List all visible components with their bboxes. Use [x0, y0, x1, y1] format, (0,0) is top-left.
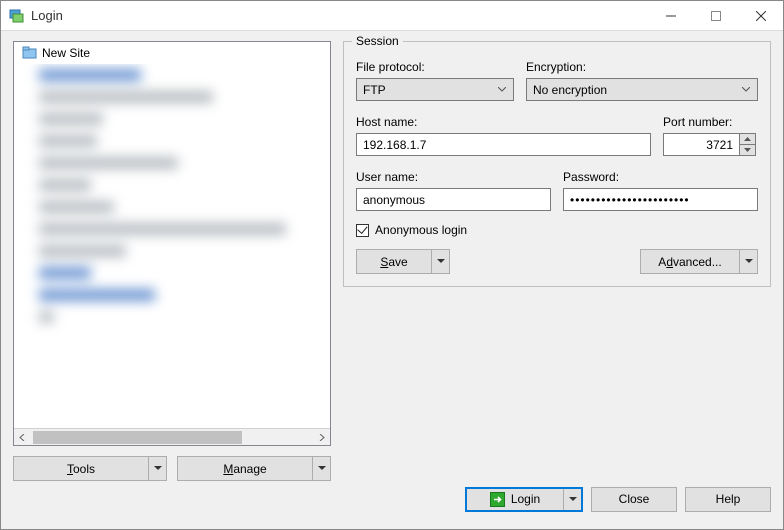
file-protocol-select[interactable]: FTP: [356, 78, 514, 101]
tree-item-label: New Site: [42, 46, 90, 60]
help-button-label: Help: [716, 492, 741, 506]
port-number-value: 3721: [706, 138, 733, 152]
encryption-value: No encryption: [533, 83, 607, 97]
save-button-dropdown[interactable]: [431, 250, 449, 273]
advanced-button[interactable]: Advanced...: [640, 249, 758, 274]
session-group: Session File protocol: FTP Encryption: N…: [343, 41, 771, 287]
chevron-down-icon: [154, 466, 162, 471]
close-dialog-button[interactable]: Close: [591, 487, 677, 512]
scroll-track[interactable]: [31, 429, 313, 446]
chevron-down-icon: [737, 79, 755, 100]
scroll-right-arrow-icon[interactable]: [313, 429, 330, 446]
login-button[interactable]: Login: [465, 487, 583, 512]
checkbox-box: [356, 224, 369, 237]
login-dialog-window: Login New Site: [0, 0, 784, 530]
scroll-left-arrow-icon[interactable]: [14, 429, 31, 446]
advanced-button-dropdown[interactable]: [739, 250, 757, 273]
anonymous-login-label: Anonymous login: [375, 223, 467, 237]
redacted-site-list: [15, 64, 329, 334]
tools-button-dropdown[interactable]: [148, 457, 166, 480]
help-button[interactable]: Help: [685, 487, 771, 512]
anonymous-login-checkbox[interactable]: Anonymous login: [356, 223, 758, 237]
password-masked-value: •••••••••••••••••••••••: [570, 193, 690, 207]
chevron-down-icon: [318, 466, 326, 471]
manage-button-dropdown[interactable]: [312, 457, 330, 480]
save-button[interactable]: Save: [356, 249, 450, 274]
minimize-button[interactable]: [648, 1, 693, 31]
chevron-down-icon: [745, 259, 753, 264]
close-button-label: Close: [619, 492, 650, 506]
app-icon: [9, 8, 25, 24]
tree-item-new-site[interactable]: New Site: [14, 42, 330, 64]
port-number-input[interactable]: 3721: [663, 133, 739, 156]
user-name-label: User name:: [356, 170, 551, 184]
host-name-input[interactable]: 192.168.1.7: [356, 133, 651, 156]
right-column: Session File protocol: FTP Encryption: N…: [343, 41, 771, 481]
scroll-thumb[interactable]: [33, 431, 242, 444]
save-button-label: Save: [380, 255, 407, 269]
window-title: Login: [31, 8, 648, 23]
session-legend: Session: [352, 34, 403, 48]
login-button-label: Login: [511, 492, 540, 506]
tools-button-label: Tools: [67, 462, 95, 476]
chevron-down-icon: [437, 259, 445, 264]
site-folder-icon: [22, 46, 38, 60]
left-column: New Site: [13, 41, 331, 481]
file-protocol-value: FTP: [363, 83, 386, 97]
left-button-row: Tools Manage: [13, 456, 331, 481]
chevron-down-icon: [493, 79, 511, 100]
password-label: Password:: [563, 170, 758, 184]
stepper-up-icon[interactable]: [740, 134, 755, 145]
manage-button-label: Manage: [223, 462, 266, 476]
password-input[interactable]: •••••••••••••••••••••••: [563, 188, 758, 211]
encryption-select[interactable]: No encryption: [526, 78, 758, 101]
close-button[interactable]: [738, 1, 783, 31]
maximize-button[interactable]: [693, 1, 738, 31]
site-tree[interactable]: New Site: [13, 41, 331, 446]
advanced-button-label: Advanced...: [658, 255, 721, 269]
dialog-body: New Site: [1, 31, 783, 481]
tree-horizontal-scrollbar[interactable]: [14, 428, 330, 445]
login-button-dropdown[interactable]: [563, 489, 581, 510]
user-name-input[interactable]: anonymous: [356, 188, 551, 211]
titlebar: Login: [1, 1, 783, 31]
host-name-value: 192.168.1.7: [363, 138, 426, 152]
host-name-label: Host name:: [356, 115, 651, 129]
encryption-label: Encryption:: [526, 60, 758, 74]
login-icon: [490, 492, 505, 507]
user-name-value: anonymous: [363, 193, 425, 207]
port-number-label: Port number:: [663, 115, 758, 129]
manage-button[interactable]: Manage: [177, 456, 331, 481]
stepper-down-icon[interactable]: [740, 145, 755, 155]
chevron-down-icon: [569, 497, 577, 502]
port-number-stepper[interactable]: [739, 133, 756, 156]
dialog-footer: Login Close Help: [1, 481, 783, 529]
file-protocol-label: File protocol:: [356, 60, 514, 74]
tools-button[interactable]: Tools: [13, 456, 167, 481]
